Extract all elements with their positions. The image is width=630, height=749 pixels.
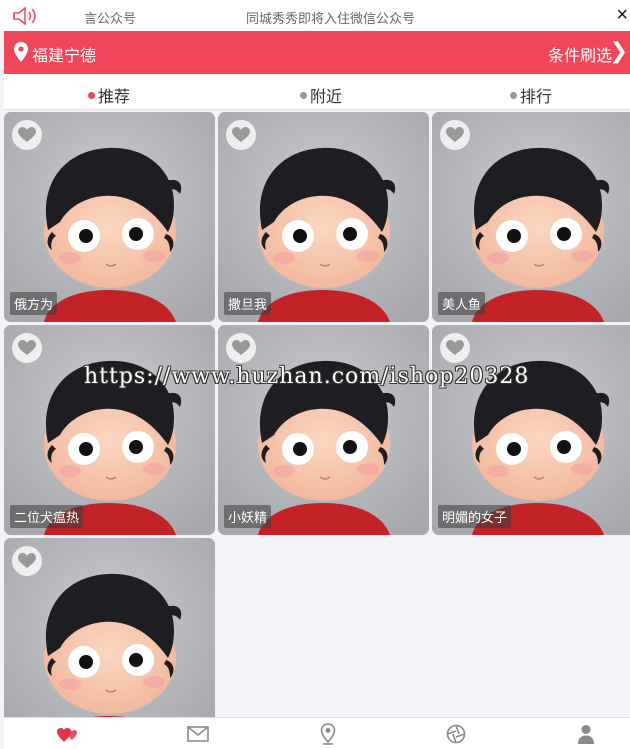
nav-location[interactable] [316, 723, 340, 745]
city-selector[interactable]: 福建宁德 [32, 42, 96, 66]
profile-name: 美人鱼 [438, 292, 486, 315]
location-header: 福建宁德 条件刷选 ❯ [4, 31, 630, 74]
profile-card[interactable]: 小妖精 [218, 325, 429, 535]
location-icon [320, 723, 336, 745]
camera-aperture-icon [446, 724, 466, 744]
tab-nearby[interactable]: 附近 [300, 83, 342, 107]
location-pin-icon [14, 42, 28, 62]
heart-icon[interactable] [226, 120, 256, 150]
notice-bar: 言公众号 同城秀秀即将入住微信公众号 × [0, 0, 630, 31]
profile-name: 明媚的女子 [438, 505, 512, 528]
tab-bar: 推荐 附近 排行 [4, 74, 630, 110]
tab-dot-icon [510, 91, 517, 99]
tab-dot-icon [88, 91, 95, 99]
heart-icon[interactable] [226, 333, 256, 363]
speaker-icon [13, 6, 36, 26]
watermark-text: https://www.huzhan.com/ishop20328 [84, 364, 530, 389]
profile-card[interactable]: 俄方为 [4, 112, 215, 322]
notice-text-fragment: 言公众号 [84, 11, 137, 26]
tab-ranking[interactable]: 排行 [510, 83, 552, 107]
heart-icon[interactable] [12, 120, 42, 150]
profile-name: 俄方为 [10, 292, 58, 315]
heart-icon[interactable] [440, 333, 470, 363]
profile-name: 小妖精 [224, 505, 272, 528]
close-notice-button[interactable]: × [616, 3, 628, 27]
profile-name: 二位犬瘟热 [10, 505, 84, 528]
app-page: 言公众号 同城秀秀即将入住微信公众号 × 福建宁德 条件刷选 ❯ 推荐 附近 排… [0, 0, 630, 749]
profile-card[interactable]: 二位犬瘟热 [4, 325, 215, 535]
hearts-icon [57, 728, 77, 742]
heart-icon[interactable] [12, 333, 42, 363]
nav-profile[interactable] [574, 723, 598, 745]
bottom-nav [4, 717, 630, 749]
tab-recommend[interactable]: 推荐 [88, 83, 130, 107]
nav-messages[interactable] [186, 723, 210, 745]
tab-label: 推荐 [98, 89, 131, 106]
user-icon [578, 725, 594, 744]
mail-icon [187, 726, 209, 742]
tab-dot-icon [300, 91, 307, 99]
tab-label: 附近 [310, 89, 343, 106]
nav-discover[interactable] [444, 723, 468, 745]
profile-card[interactable]: 美人鱼 [432, 112, 630, 322]
notice-text: 同城秀秀即将入住微信公众号 [246, 11, 416, 26]
profile-card[interactable] [4, 538, 215, 718]
heart-icon[interactable] [12, 546, 42, 576]
profile-card[interactable]: 撒旦我 [218, 112, 429, 322]
chevron-right-icon[interactable]: ❯ [610, 39, 628, 63]
tab-label: 排行 [520, 89, 553, 106]
filter-button[interactable]: 条件刷选 [548, 42, 612, 66]
profile-name: 撒旦我 [224, 292, 272, 315]
profile-card[interactable]: 明媚的女子 [432, 325, 630, 535]
nav-hearts[interactable] [56, 723, 80, 745]
heart-icon[interactable] [440, 120, 470, 150]
